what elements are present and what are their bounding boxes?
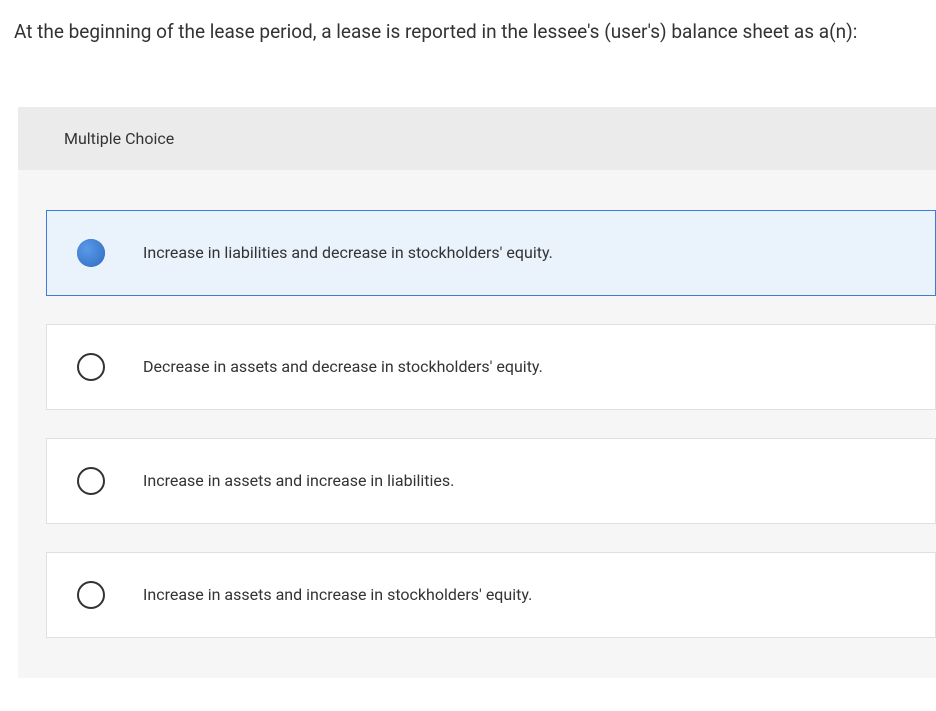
option-text: Decrease in assets and decrease in stock… — [143, 357, 543, 376]
radio-icon — [77, 467, 105, 495]
option-2[interactable]: Decrease in assets and decrease in stock… — [46, 324, 936, 410]
option-3[interactable]: Increase in assets and increase in liabi… — [46, 438, 936, 524]
option-text: Increase in liabilities and decrease in … — [143, 243, 553, 262]
radio-icon — [77, 239, 105, 267]
radio-selected-fill — [77, 239, 105, 267]
option-text: Increase in assets and increase in liabi… — [143, 471, 454, 490]
option-4[interactable]: Increase in assets and increase in stock… — [46, 552, 936, 638]
option-text: Increase in assets and increase in stock… — [143, 585, 532, 604]
question-type-header: Multiple Choice — [18, 107, 936, 170]
question-container: Multiple Choice Increase in liabilities … — [18, 107, 936, 678]
question-prompt: At the beginning of the lease period, a … — [0, 0, 936, 47]
options-area: Increase in liabilities and decrease in … — [18, 170, 936, 678]
radio-icon — [77, 581, 105, 609]
option-1[interactable]: Increase in liabilities and decrease in … — [46, 210, 936, 296]
radio-icon — [77, 353, 105, 381]
question-type-label: Multiple Choice — [64, 129, 174, 148]
